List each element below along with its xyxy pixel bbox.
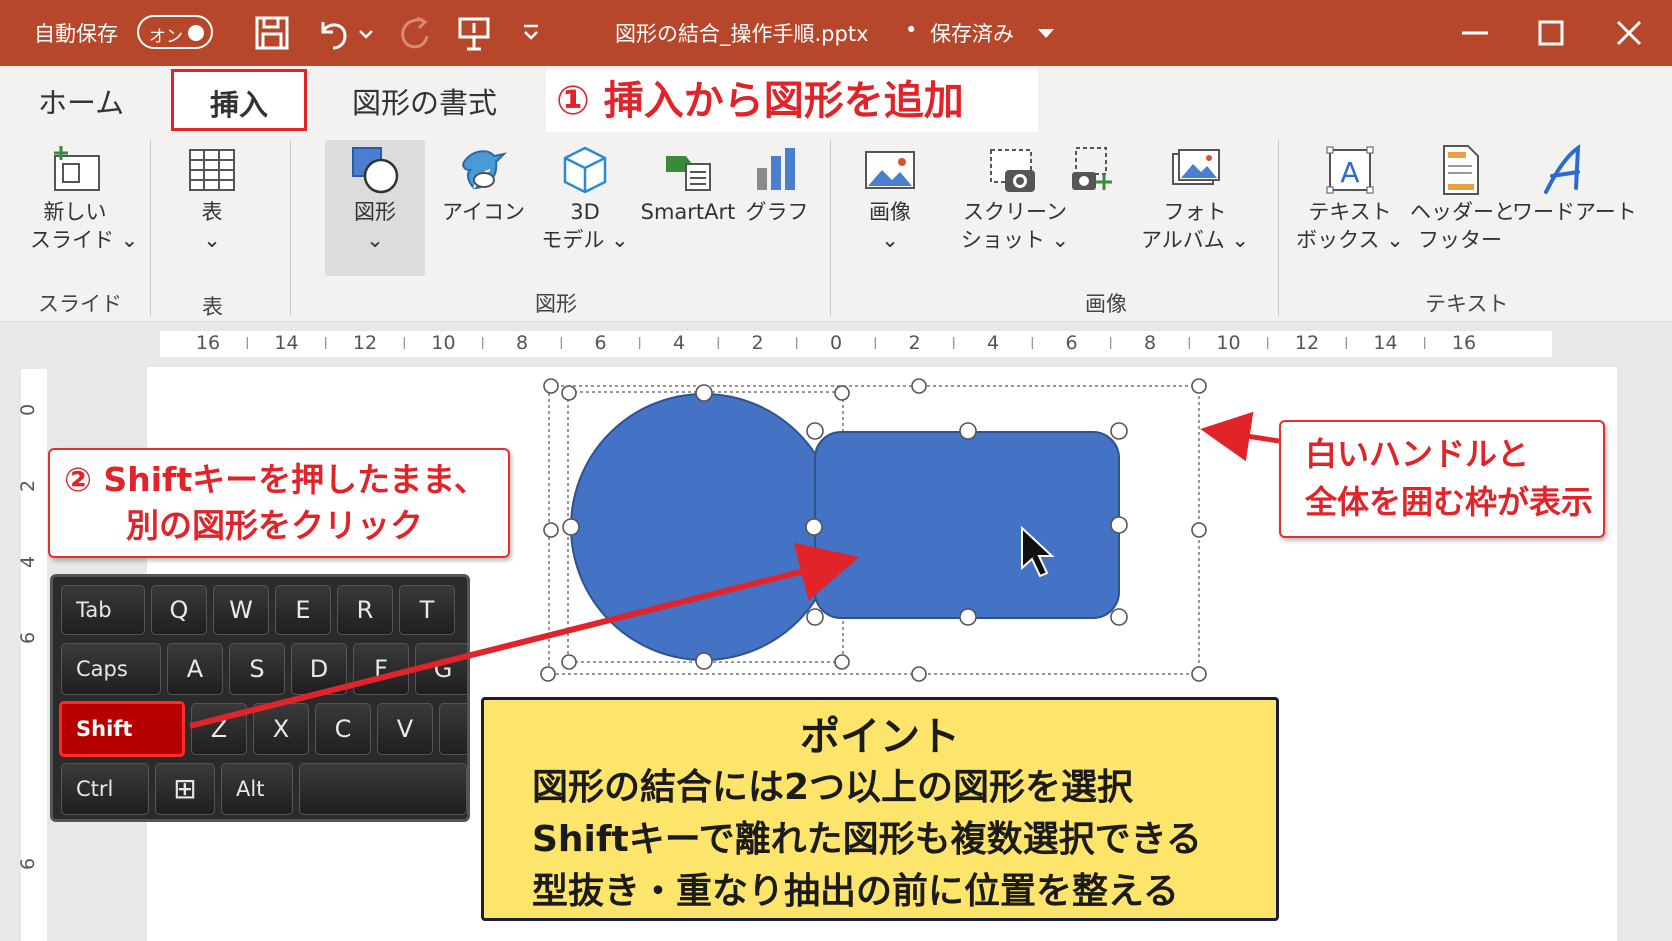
photo-album-icon — [1172, 149, 1220, 185]
wordart-icon — [1544, 144, 1581, 194]
key-a: A — [167, 643, 223, 695]
cube-icon — [563, 146, 607, 194]
key-r: R — [337, 585, 393, 635]
point-line: Shiftキーで離れた図形も複数選択できる — [532, 819, 1202, 860]
autosave-label: 自動保存 — [34, 22, 118, 46]
group-label-images: 画像 — [1085, 292, 1127, 316]
ribbon-separator — [150, 140, 151, 316]
new-slide-button[interactable]: 新しい スライド ⌄ — [30, 142, 138, 254]
key-alt: Alt — [221, 763, 293, 815]
autosave-toggle[interactable]: オン — [137, 15, 213, 49]
key-tab: Tab — [61, 585, 145, 635]
handles-note-callout: 白いハンドルと 全体を囲む枠が表示 — [1279, 420, 1605, 538]
chart-button[interactable]: グラフ — [742, 142, 812, 226]
key-b-partial — [439, 703, 467, 755]
windows-key-icon: ⊞ — [155, 763, 215, 815]
header-footer-icon — [1443, 145, 1479, 195]
close-icon[interactable] — [1610, 14, 1648, 52]
file-title: 図形の結合_操作手順.pptx — [615, 22, 869, 46]
point-line: 型抜き・重なり抽出の前に位置を整える — [532, 871, 1179, 912]
group-label-text: テキスト — [1425, 292, 1509, 316]
key-w: W — [213, 585, 269, 635]
screenshot-button[interactable]: スクリーン ショット ⌄ — [960, 142, 1070, 254]
maximize-icon[interactable] — [1532, 14, 1570, 52]
point-line: 図形の結合には2つ以上の図形を選択 — [532, 767, 1134, 808]
key-space — [299, 763, 467, 815]
save-status-dropdown-icon[interactable] — [1034, 14, 1058, 52]
wordart-button[interactable]: ワードアート — [1512, 142, 1637, 226]
textbox-button[interactable]: A テキスト ボックス ⌄ — [1295, 142, 1405, 254]
step2-callout: ② Shiftキーを押したまま、 別の図形をクリック — [48, 448, 510, 558]
key-e: E — [275, 585, 331, 635]
step1-callout: ① 挿入から図形を追加 — [546, 70, 1038, 132]
header-footer-button[interactable]: ヘッダーと フッター — [1410, 142, 1515, 254]
save-status[interactable]: 保存済み — [930, 18, 1014, 48]
minimize-icon[interactable] — [1456, 14, 1494, 52]
textbox-icon: A — [1326, 146, 1374, 194]
tab-home[interactable]: ホーム — [38, 80, 124, 122]
tab-insert-label: 挿入 — [210, 88, 269, 122]
icons-button[interactable]: アイコン — [442, 142, 525, 226]
table-button[interactable]: 表 ⌄ — [180, 142, 244, 254]
keyboard-illustration: Tab Q W E R T Caps A S D F G Shift Z X C… — [50, 574, 470, 822]
camera-button[interactable] — [1072, 142, 1112, 198]
save-icon[interactable] — [253, 14, 291, 52]
ribbon-separator — [290, 140, 291, 316]
horizontal-ruler — [160, 331, 1552, 357]
screenshot-icon — [990, 149, 1035, 192]
title-bar: 自動保存 オン 図形の結合_操作手順.pptx • 保存済み — [0, 0, 1672, 66]
key-caps: Caps — [61, 643, 161, 695]
customize-icon[interactable] — [520, 14, 542, 52]
table-icon — [189, 149, 235, 191]
group-label-slides: スライド — [38, 292, 122, 316]
shapes-icon — [352, 147, 399, 194]
point-title: ポイント — [800, 714, 960, 760]
vertical-ruler — [21, 369, 47, 941]
ribbon-separator — [830, 140, 831, 316]
key-x: X — [253, 703, 309, 755]
undo-icon[interactable] — [315, 14, 353, 52]
key-c: C — [315, 703, 371, 755]
point-summary-box: ポイント 図形の結合には2つ以上の図形を選択 Shiftキーで離れた図形も複数選… — [481, 697, 1279, 921]
tab-insert[interactable]: 挿入 — [171, 69, 307, 131]
svg-text:A: A — [1340, 156, 1359, 189]
key-z: Z — [191, 703, 247, 755]
key-d: D — [291, 643, 347, 695]
tab-shape-format[interactable]: 図形の書式 — [352, 80, 497, 122]
key-shift: Shift — [59, 701, 185, 757]
key-f: F — [353, 643, 409, 695]
title-separator: • — [905, 18, 918, 42]
redo-icon — [395, 14, 433, 52]
group-label-illustrations: 図形 — [535, 292, 577, 316]
smartart-icon — [666, 156, 711, 191]
pictures-button[interactable]: 画像 ⌄ — [855, 142, 925, 254]
picture-icon — [865, 151, 915, 189]
bird-icon — [462, 150, 508, 190]
ribbon: 新しい スライド ⌄ スライド 表 ⌄ 表 図形 ⌄ アイコン 3D モデル ⌄… — [0, 136, 1672, 322]
smartart-button[interactable]: SmartArt — [638, 142, 738, 226]
bar-chart-icon — [757, 148, 795, 190]
camera-add-icon — [1072, 147, 1112, 190]
key-g: G — [415, 643, 467, 695]
key-t: T — [399, 585, 455, 635]
group-label-tables: 表 — [202, 295, 223, 319]
toggle-knob — [188, 25, 204, 41]
new-slide-icon — [54, 146, 100, 191]
ribbon-separator — [1278, 140, 1279, 316]
shape-button[interactable]: 図形 ⌄ — [335, 142, 415, 254]
key-q: Q — [151, 585, 207, 635]
key-s: S — [229, 643, 285, 695]
autosave-toggle-label: オン — [149, 27, 183, 47]
undo-dropdown-icon[interactable] — [355, 14, 377, 52]
ribbon-tabs: ホーム 挿入 図形の書式 ① 挿入から図形を追加 — [0, 66, 1672, 136]
presenter-icon[interactable] — [455, 14, 493, 52]
key-ctrl: Ctrl — [61, 763, 149, 815]
key-v: V — [377, 703, 433, 755]
photo-album-button[interactable]: フォト アルバム ⌄ — [1140, 142, 1250, 254]
3d-models-button[interactable]: 3D モデル ⌄ — [540, 142, 630, 254]
